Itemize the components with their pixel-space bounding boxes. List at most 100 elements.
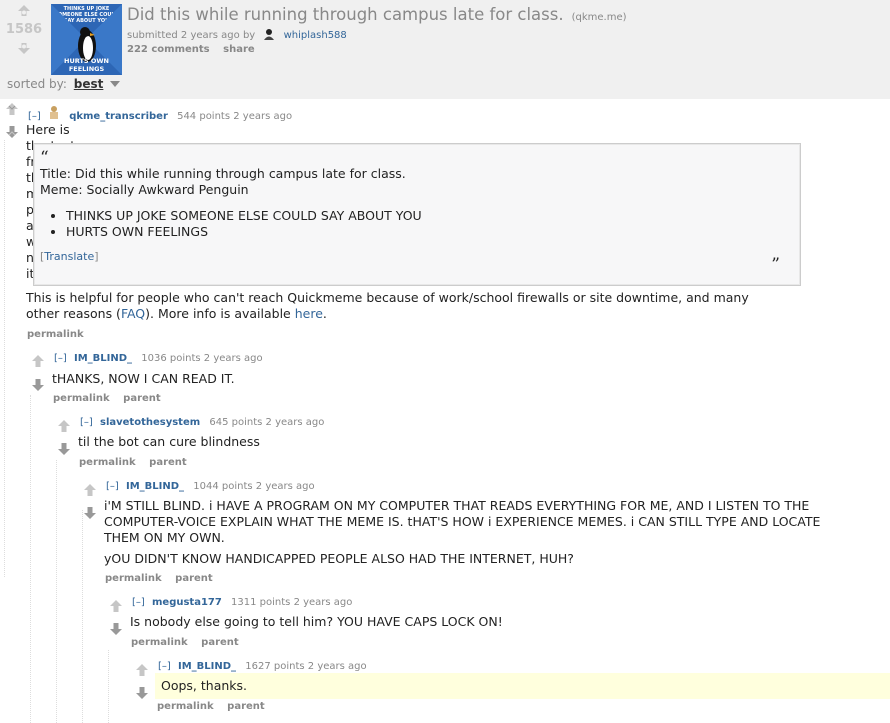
post-author[interactable]: whiplash588 <box>284 30 347 41</box>
sort-label: sorted by: <box>7 77 67 91</box>
quote-title-line: Title: Did this while running through ca… <box>40 166 406 181</box>
close-quote-mark: ” <box>771 255 780 275</box>
comment-line: COMPUTER-VOICE EXPLAIN WHAT THE MEME IS.… <box>104 514 821 529</box>
blockquote: “ Title: Did this while running through … <box>33 143 801 286</box>
footer-text: other reasons ( <box>26 306 121 321</box>
comment-vote <box>109 598 125 617</box>
comment-vote <box>31 353 47 372</box>
comment-points: 1311 points <box>231 597 291 608</box>
comment-line: i'M STILL BLIND. i HAVE A PROGRAM ON MY … <box>104 498 810 513</box>
collapse-toggle[interactable]: [–] <box>28 111 41 122</box>
downvote-icon[interactable] <box>57 442 71 456</box>
comment-vote <box>109 621 125 640</box>
new-comment-highlight <box>155 673 890 699</box>
comment-buttons: permalink parent <box>131 637 249 648</box>
upvote-icon[interactable] <box>16 4 32 20</box>
comment-buttons: permalink parent <box>53 393 171 404</box>
collapse-toggle[interactable]: [–] <box>54 353 67 364</box>
post-header: 1586 THINKS UP JOKE SOMEONE ELSE COULD S… <box>0 0 890 99</box>
collapse-toggle[interactable]: [–] <box>80 417 93 428</box>
upvote-icon[interactable] <box>135 663 149 677</box>
parent-link[interactable]: parent <box>149 457 187 468</box>
comment-body: i'M STILL BLIND. i HAVE A PROGRAM ON MY … <box>104 498 888 567</box>
comment-age: 2 years ago <box>233 111 293 122</box>
quote-list: THINKS UP JOKE SOMEONE ELSE COULD SAY AB… <box>40 208 422 240</box>
child-indent-bar <box>4 140 5 577</box>
quote-meme-line: Meme: Socially Awkward Penguin <box>40 182 249 197</box>
comment-tagline: [–] IM_BLIND_ 1036 points 2 years ago <box>54 353 263 364</box>
comment-points: 645 points <box>209 417 263 428</box>
collapse-toggle[interactable]: [–] <box>132 597 145 608</box>
comment-body: Oops, thanks. <box>161 678 248 693</box>
translate-link-wrap: [Translate] <box>40 250 99 263</box>
comment-author[interactable]: qkme_transcriber <box>69 111 168 122</box>
footer-line-1: This is helpful for people who can't rea… <box>26 290 749 305</box>
permalink-link[interactable]: permalink <box>105 573 162 584</box>
sort-dropdown[interactable]: best <box>74 77 104 91</box>
here-link[interactable]: here <box>295 306 323 321</box>
post-title-line: Did this while running through campus la… <box>127 5 627 24</box>
permalink-link[interactable]: permalink <box>53 393 110 404</box>
comment-points: 1036 points <box>141 353 201 364</box>
translate-link[interactable]: Translate <box>44 250 94 263</box>
chevron-down-icon[interactable] <box>110 81 121 87</box>
comment-age: 2 years ago <box>265 417 325 428</box>
comment-author[interactable]: slavetothesystem <box>100 417 200 428</box>
comment-vote <box>83 505 99 524</box>
permalink-link[interactable]: permalink <box>131 637 188 648</box>
collapse-toggle[interactable]: [–] <box>158 661 171 672</box>
post-domain[interactable]: (qkme.me) <box>572 12 627 23</box>
comment-author[interactable]: megusta177 <box>152 597 222 608</box>
downvote-icon[interactable] <box>16 39 32 55</box>
footer-text: ). More info is available <box>145 306 295 321</box>
share-link[interactable]: share <box>223 44 255 55</box>
comment-body: Is nobody else going to tell him? YOU HA… <box>130 614 503 629</box>
permalink-link[interactable]: permalink <box>157 701 214 712</box>
comment-vote <box>5 124 21 143</box>
post-thumbnail[interactable]: THINKS UP JOKE SOMEONE ELSE COULD SAY AB… <box>51 4 122 75</box>
comment-buttons: permalink parent <box>105 573 223 584</box>
comment-tagline: [–] IM_BLIND_ 1627 points 2 years ago <box>158 661 367 672</box>
downvote-icon[interactable] <box>5 125 19 139</box>
permalink-link[interactable]: permalink <box>27 329 84 340</box>
downvote-icon[interactable] <box>135 686 149 700</box>
comment-vote <box>31 377 47 396</box>
parent-link[interactable]: parent <box>175 573 213 584</box>
upvote-icon[interactable] <box>31 354 45 368</box>
comment-body: tHANKS, NOW I CAN READ IT. <box>52 371 235 386</box>
permalink-link[interactable]: permalink <box>79 457 136 468</box>
comment-age: 2 years ago <box>203 353 263 364</box>
comment-tagline: [–] qkme_transcriber 544 points 2 years … <box>28 105 292 122</box>
faq-link[interactable]: FAQ <box>121 306 145 321</box>
comment-body: til the bot can cure blindness <box>78 434 260 449</box>
parent-link[interactable]: parent <box>201 637 239 648</box>
post-score: 1586 <box>5 22 43 37</box>
comment-buttons: permalink parent <box>157 701 275 712</box>
sort-bar: sorted by: best <box>7 77 121 91</box>
comment-line: THEM ON MY OWN. <box>104 530 225 545</box>
upvote-icon[interactable] <box>5 102 19 116</box>
upvote-icon[interactable] <box>57 419 71 433</box>
downvote-icon[interactable] <box>31 378 45 392</box>
comment-author[interactable]: IM_BLIND_ <box>178 661 236 672</box>
comment-age: 2 years ago <box>255 481 315 492</box>
comment-points: 544 points <box>177 111 231 122</box>
comment-vote <box>5 101 21 120</box>
parent-link[interactable]: parent <box>227 701 265 712</box>
comment-author[interactable]: IM_BLIND_ <box>126 481 184 492</box>
post-title[interactable]: Did this while running through campus la… <box>127 5 564 24</box>
parent-link[interactable]: parent <box>123 393 161 404</box>
child-indent-bar <box>108 650 109 723</box>
footer-text: . <box>322 306 327 321</box>
downvote-icon[interactable] <box>109 622 123 636</box>
comments-link[interactable]: 222 comments <box>127 44 210 55</box>
collapse-toggle[interactable]: [–] <box>106 481 119 492</box>
upvote-icon[interactable] <box>83 483 97 497</box>
bracket: ] <box>94 250 99 263</box>
upvote-icon[interactable] <box>109 599 123 613</box>
child-indent-bar <box>30 395 31 723</box>
downvote-icon[interactable] <box>83 506 97 520</box>
comment-points: 1044 points <box>193 481 253 492</box>
open-quote-mark: “ <box>40 148 49 168</box>
comment-author[interactable]: IM_BLIND_ <box>74 353 132 364</box>
